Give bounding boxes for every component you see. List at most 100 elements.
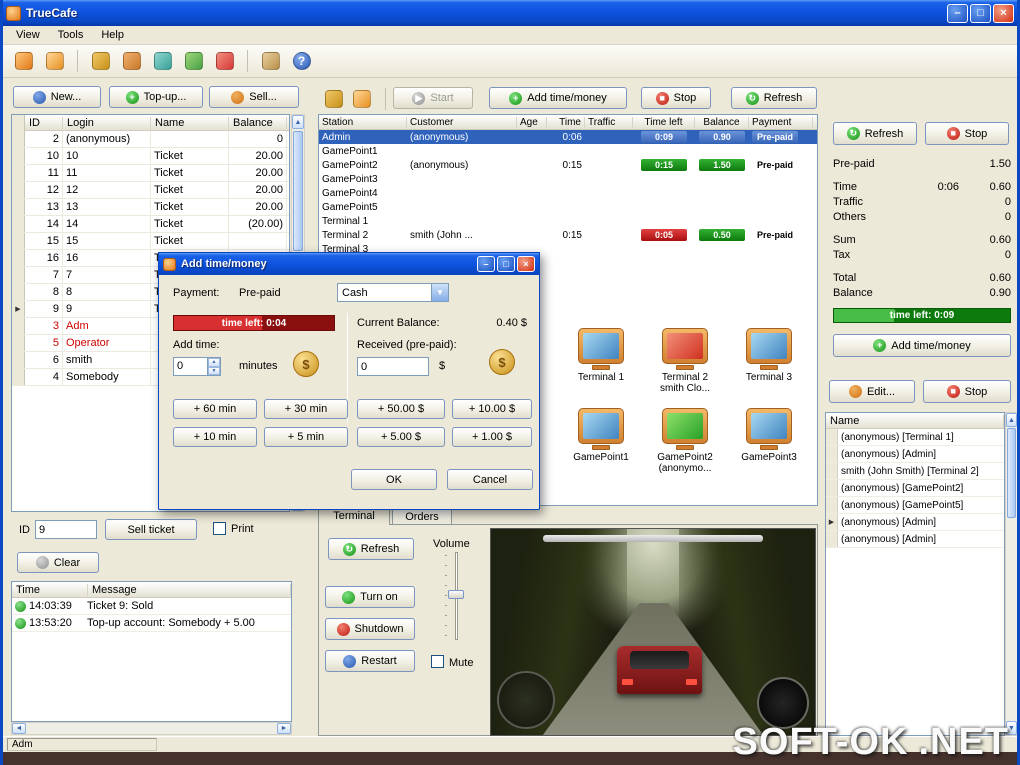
accounts-icon[interactable] — [11, 49, 36, 74]
session-row[interactable]: (anonymous) [GamePoint2] — [826, 480, 1004, 497]
lock-icon[interactable] — [258, 49, 283, 74]
menu-tools[interactable]: Tools — [49, 27, 93, 43]
ok-button[interactable]: OK — [351, 469, 437, 490]
add-money-button[interactable]: + 1.00 $ — [452, 427, 532, 447]
tab-orders[interactable]: Orders — [392, 508, 452, 525]
maximize-button[interactable]: □ — [970, 4, 991, 23]
column-header-customer[interactable]: Customer — [407, 117, 517, 128]
clear-log-button[interactable]: Clear — [17, 552, 99, 573]
log-hscrollbar[interactable]: ◄ ► — [11, 722, 292, 735]
coffee-icon[interactable] — [88, 49, 113, 74]
account-row[interactable]: 10 10 Ticket 20.00 — [12, 148, 289, 165]
account-row[interactable]: 11 11 Ticket 20.00 — [12, 165, 289, 182]
dialog-close-button[interactable]: × — [517, 256, 535, 272]
scroll-up-icon[interactable]: ▲ — [292, 115, 304, 129]
session-row[interactable]: ▶ (anonymous) [Admin] — [826, 514, 1004, 531]
account-row[interactable]: 12 12 Ticket 20.00 — [12, 182, 289, 199]
mute-checkbox[interactable] — [431, 655, 444, 668]
restart-button[interactable]: Restart — [325, 650, 415, 672]
session-stop-button[interactable]: ■ Stop — [925, 122, 1009, 145]
column-header-balance[interactable]: Balance — [695, 117, 749, 128]
minutes-stepper[interactable]: 0 ▲ ▼ — [173, 357, 221, 376]
dialog-minimize-button[interactable]: – — [477, 256, 495, 272]
scroll-right-icon[interactable]: ► — [277, 723, 291, 734]
session-row[interactable]: (anonymous) [Admin] — [826, 446, 1004, 463]
session-row[interactable]: (anonymous) [Admin] — [826, 531, 1004, 548]
scroll-thumb[interactable] — [293, 131, 303, 251]
column-header-login[interactable]: Login — [63, 117, 151, 129]
topup-button[interactable]: + Top-up... — [109, 86, 203, 108]
start-button[interactable]: ▶ Start — [393, 87, 473, 109]
terminal-refresh-button[interactable]: ↻ Refresh — [328, 538, 414, 560]
session-row[interactable]: (anonymous) [GamePoint5] — [826, 497, 1004, 514]
turn-on-button[interactable]: Turn on — [325, 586, 415, 608]
station-row[interactable]: GamePoint3 — [319, 172, 817, 186]
column-header-time[interactable]: Time — [547, 117, 585, 128]
add-money-button[interactable]: + 5.00 $ — [357, 427, 445, 447]
orders-toolbar-icon[interactable] — [321, 86, 346, 111]
new-account-button[interactable]: New... — [13, 86, 101, 108]
log-row[interactable]: 14:03:39 Ticket 9: Sold — [12, 598, 291, 615]
scroll-thumb[interactable] — [1007, 428, 1016, 518]
dialog-title-bar[interactable]: Add time/money – □ × — [159, 253, 539, 275]
station-row[interactable]: Terminal 2 smith (John ... 0:15 0:05 0.5… — [319, 228, 817, 242]
account-row[interactable]: 2 (anonymous) 0 — [12, 131, 289, 148]
add-minutes-button[interactable]: + 60 min — [173, 399, 257, 419]
menu-view[interactable]: View — [7, 27, 49, 43]
add-money-button[interactable]: + 50.00 $ — [357, 399, 445, 419]
station-row[interactable]: GamePoint1 — [319, 144, 817, 158]
station-row[interactable]: GamePoint5 — [319, 200, 817, 214]
sessions-scrollbar[interactable]: ▲ ▼ — [1005, 412, 1018, 736]
add-time-money-button[interactable]: + Add time/money — [489, 87, 627, 109]
terminal-item[interactable]: Terminal 2 smith Clo... — [643, 328, 727, 394]
sell-button[interactable]: Sell... — [209, 86, 299, 108]
drink-icon[interactable] — [150, 49, 175, 74]
burger-icon[interactable] — [119, 49, 144, 74]
spinner-up-icon[interactable]: ▲ — [208, 358, 220, 367]
print-checkbox[interactable] — [213, 522, 226, 535]
dialog-maximize-button[interactable]: □ — [497, 256, 515, 272]
cancel-button[interactable]: Cancel — [447, 469, 533, 490]
column-header-balance[interactable]: Balance — [229, 117, 287, 129]
station-row[interactable]: Admin (anonymous) 0:06 0:09 0.90 Pre-pai… — [319, 130, 817, 144]
stop-button[interactable]: ■ Stop — [641, 87, 711, 109]
tickets-icon[interactable] — [42, 49, 67, 74]
column-header-payment[interactable]: Payment — [749, 117, 813, 128]
grapes-icon[interactable] — [181, 49, 206, 74]
terminal-item[interactable]: Terminal 1 — [559, 328, 643, 394]
terminal-item[interactable]: GamePoint3 — [727, 408, 811, 474]
terminal-item[interactable]: Terminal 3 — [727, 328, 811, 394]
payment-method-select[interactable]: Cash ▼ — [337, 283, 449, 302]
log-row[interactable]: 13:53:20 Top-up account: Somebody + 5.00 — [12, 615, 291, 632]
station-row[interactable]: GamePoint4 — [319, 186, 817, 200]
account-row[interactable]: 14 14 Ticket (20.00) — [12, 216, 289, 233]
station-row[interactable]: GamePoint2 (anonymous) 0:15 0:15 1.50 Pr… — [319, 158, 817, 172]
close-button[interactable]: × — [993, 4, 1014, 23]
session-row[interactable]: smith (John Smith) [Terminal 2] — [826, 463, 1004, 480]
column-header-id[interactable]: ID — [25, 117, 63, 129]
ticket-id-input[interactable] — [35, 520, 97, 539]
column-header-name[interactable]: Name — [151, 117, 229, 129]
spinner-down-icon[interactable]: ▼ — [208, 367, 220, 376]
station-row[interactable]: Terminal 1 — [319, 214, 817, 228]
bill-toolbar-icon[interactable] — [349, 86, 374, 111]
add-minutes-button[interactable]: + 5 min — [264, 427, 348, 447]
column-header-message[interactable]: Message — [88, 584, 291, 596]
session-refresh-button[interactable]: ↻ Refresh — [833, 122, 917, 145]
edit-button[interactable]: Edit... — [829, 380, 915, 403]
minimize-button[interactable]: – — [947, 4, 968, 23]
session-add-time-money-button[interactable]: + Add time/money — [833, 334, 1011, 357]
column-header-traffic[interactable]: Traffic — [585, 117, 633, 128]
terminal-item[interactable]: GamePoint2 (anonymo... — [643, 408, 727, 474]
account-row[interactable]: 15 15 Ticket — [12, 233, 289, 250]
column-header-time[interactable]: Time — [12, 584, 88, 596]
session-stop2-button[interactable]: ■ Stop — [923, 380, 1011, 403]
title-bar[interactable]: TrueCafe – □ × — [0, 0, 1020, 26]
add-minutes-button[interactable]: + 30 min — [264, 399, 348, 419]
refresh-button[interactable]: ↻ Refresh — [731, 87, 817, 109]
terminal-item[interactable]: GamePoint1 — [559, 408, 643, 474]
scroll-left-icon[interactable]: ◄ — [12, 723, 26, 734]
column-header-name[interactable]: Name — [826, 415, 1004, 427]
sell-ticket-button[interactable]: Sell ticket — [105, 519, 197, 540]
chevron-down-icon[interactable]: ▼ — [431, 284, 448, 301]
